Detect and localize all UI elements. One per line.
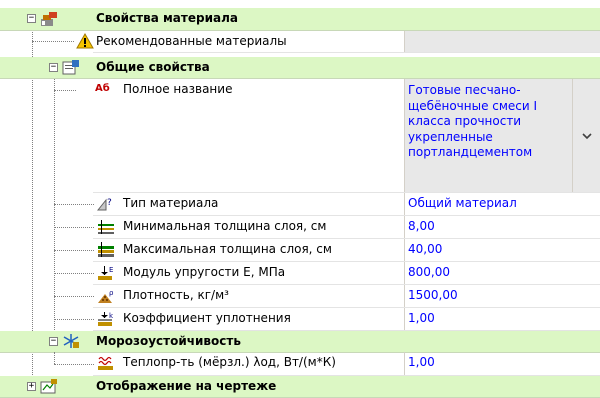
max-thickness-icon (98, 242, 114, 257)
svg-text:?: ? (107, 198, 112, 208)
tree-line (54, 227, 94, 228)
row-recommended-materials[interactable]: Рекомендованные материалы (0, 31, 600, 52)
row-density[interactable]: ρ Плотность, кг/м³ 1500,00 (0, 285, 600, 307)
tree-line (54, 90, 76, 91)
material-properties-icon (41, 12, 57, 26)
chevron-down-icon (581, 132, 592, 139)
row-full-name[interactable]: Аб Полное название Готовые песчано-щебён… (0, 79, 600, 192)
category-frost-resistance[interactable]: − Морозоустойчивость (0, 331, 600, 353)
row-material-type[interactable]: ? Тип материала Общий материал (0, 193, 600, 215)
property-value[interactable]: Готовые песчано-щебёночные смеси I класс… (404, 79, 572, 192)
property-value[interactable]: 1,00 (404, 308, 600, 330)
property-grid: − Свойства материала Рекомендованные мат… (0, 0, 600, 398)
property-value[interactable]: Общий материал (404, 193, 600, 215)
tree-line (54, 273, 94, 274)
tree-line (54, 319, 94, 320)
row-max-thickness[interactable]: Максимальная толщина слоя, см 40,00 (0, 239, 600, 261)
svg-text:ρ: ρ (109, 289, 114, 297)
general-properties-icon (62, 60, 79, 75)
property-name: Плотность, кг/м³ (123, 288, 229, 302)
collapse-icon[interactable]: − (49, 337, 58, 346)
divider (93, 52, 600, 53)
tree-line (54, 364, 94, 365)
category-label: Морозоустойчивость (96, 334, 241, 348)
compaction-icon: k (98, 312, 114, 326)
row-elastic-modulus[interactable]: E Модуль упругости E, МПа 800,00 (0, 262, 600, 284)
property-name: Теплопр-ть (мёрзл.) λод, Вт/(м*К) (123, 355, 336, 369)
tree-line (54, 296, 94, 297)
snowflake-icon (63, 334, 79, 348)
collapse-icon[interactable]: − (49, 63, 58, 72)
row-min-thickness[interactable]: Минимальная толщина слоя, см 8,00 (0, 216, 600, 238)
elastic-modulus-icon: E (98, 266, 113, 280)
category-general-properties[interactable]: − Общие свойства (0, 57, 600, 79)
category-drawing-display[interactable]: + Отображение на чертеже (0, 376, 600, 398)
tree-line (54, 352, 55, 364)
abc-text-icon: Аб (95, 83, 110, 94)
tree-line (54, 204, 94, 205)
svg-text:E: E (109, 266, 113, 274)
category-root[interactable]: − Свойства материала (0, 8, 600, 31)
category-label: Свойства материала (96, 11, 238, 25)
material-type-icon: ? (97, 198, 112, 211)
property-value[interactable]: 8,00 (404, 216, 600, 238)
density-icon: ρ (98, 289, 114, 303)
property-value[interactable]: 1500,00 (404, 285, 600, 307)
drawing-icon (40, 379, 57, 394)
warning-icon (76, 33, 94, 49)
property-name: Коэффициент уплотнения (123, 311, 291, 325)
property-name: Максимальная толщина слоя, см (123, 242, 332, 256)
tree-line (54, 250, 94, 251)
row-thermal-conductivity[interactable]: Теплопр-ть (мёрзл.) λод, Вт/(м*К) 1,00 (0, 352, 600, 375)
property-value[interactable]: 800,00 (404, 262, 600, 284)
dropdown-button[interactable] (572, 79, 600, 192)
property-value[interactable] (404, 31, 600, 52)
property-name: Рекомендованные материалы (96, 34, 287, 48)
svg-text:k: k (109, 312, 114, 320)
row-compaction[interactable]: k Коэффициент уплотнения 1,00 (0, 308, 600, 330)
property-name: Модуль упругости E, МПа (123, 265, 286, 279)
min-thickness-icon (98, 220, 114, 234)
property-name: Полное название (123, 82, 233, 96)
tree-line (32, 41, 74, 42)
thermal-icon (98, 356, 113, 370)
category-label: Общие свойства (96, 60, 210, 74)
property-name: Тип материала (123, 196, 219, 210)
property-value[interactable]: 40,00 (404, 239, 600, 261)
property-name: Минимальная толщина слоя, см (123, 219, 327, 233)
property-value[interactable]: 1,00 (404, 352, 600, 375)
collapse-icon[interactable]: − (27, 14, 36, 23)
expand-icon[interactable]: + (27, 382, 36, 391)
